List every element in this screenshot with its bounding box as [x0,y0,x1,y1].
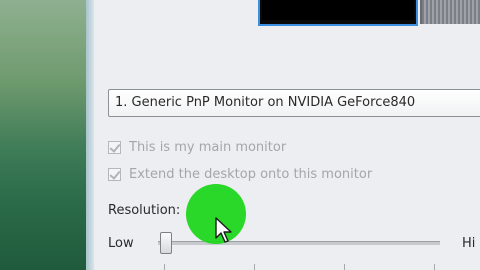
monitor-1-screen [262,0,414,20]
resolution-low-label: Low [108,236,134,251]
extend-desktop-checkbox[interactable] [108,167,121,181]
slider-tick [434,264,435,270]
mouse-pointer-icon [215,217,232,243]
main-monitor-label: This is my main monitor [129,139,287,155]
slider-tick [164,264,165,270]
slider-tick [344,264,345,270]
screen: 1. Generic PnP Monitor on NVIDIA GeForce… [0,0,480,270]
slider-tick [254,264,255,270]
monitor-select[interactable]: 1. Generic PnP Monitor on NVIDIA GeForce… [108,89,480,117]
main-monitor-option[interactable]: This is my main monitor [108,138,286,156]
resolution-slider-thumb[interactable] [160,232,172,254]
resolution-high-label: Hi [462,236,476,251]
extend-desktop-label: Extend the desktop onto this monitor [129,166,373,182]
monitor-1-preview[interactable] [258,0,418,26]
dialog-border [86,0,94,270]
main-monitor-checkbox[interactable] [108,140,121,154]
resolution-slider-ticks [164,264,444,270]
desktop-background [0,0,92,270]
monitor-2-preview[interactable] [420,0,480,24]
resolution-label: Resolution: [108,203,181,218]
resolution-slider-track[interactable] [158,241,440,245]
display-settings-dialog [94,0,480,270]
extend-desktop-option[interactable]: Extend the desktop onto this monitor [108,165,372,183]
